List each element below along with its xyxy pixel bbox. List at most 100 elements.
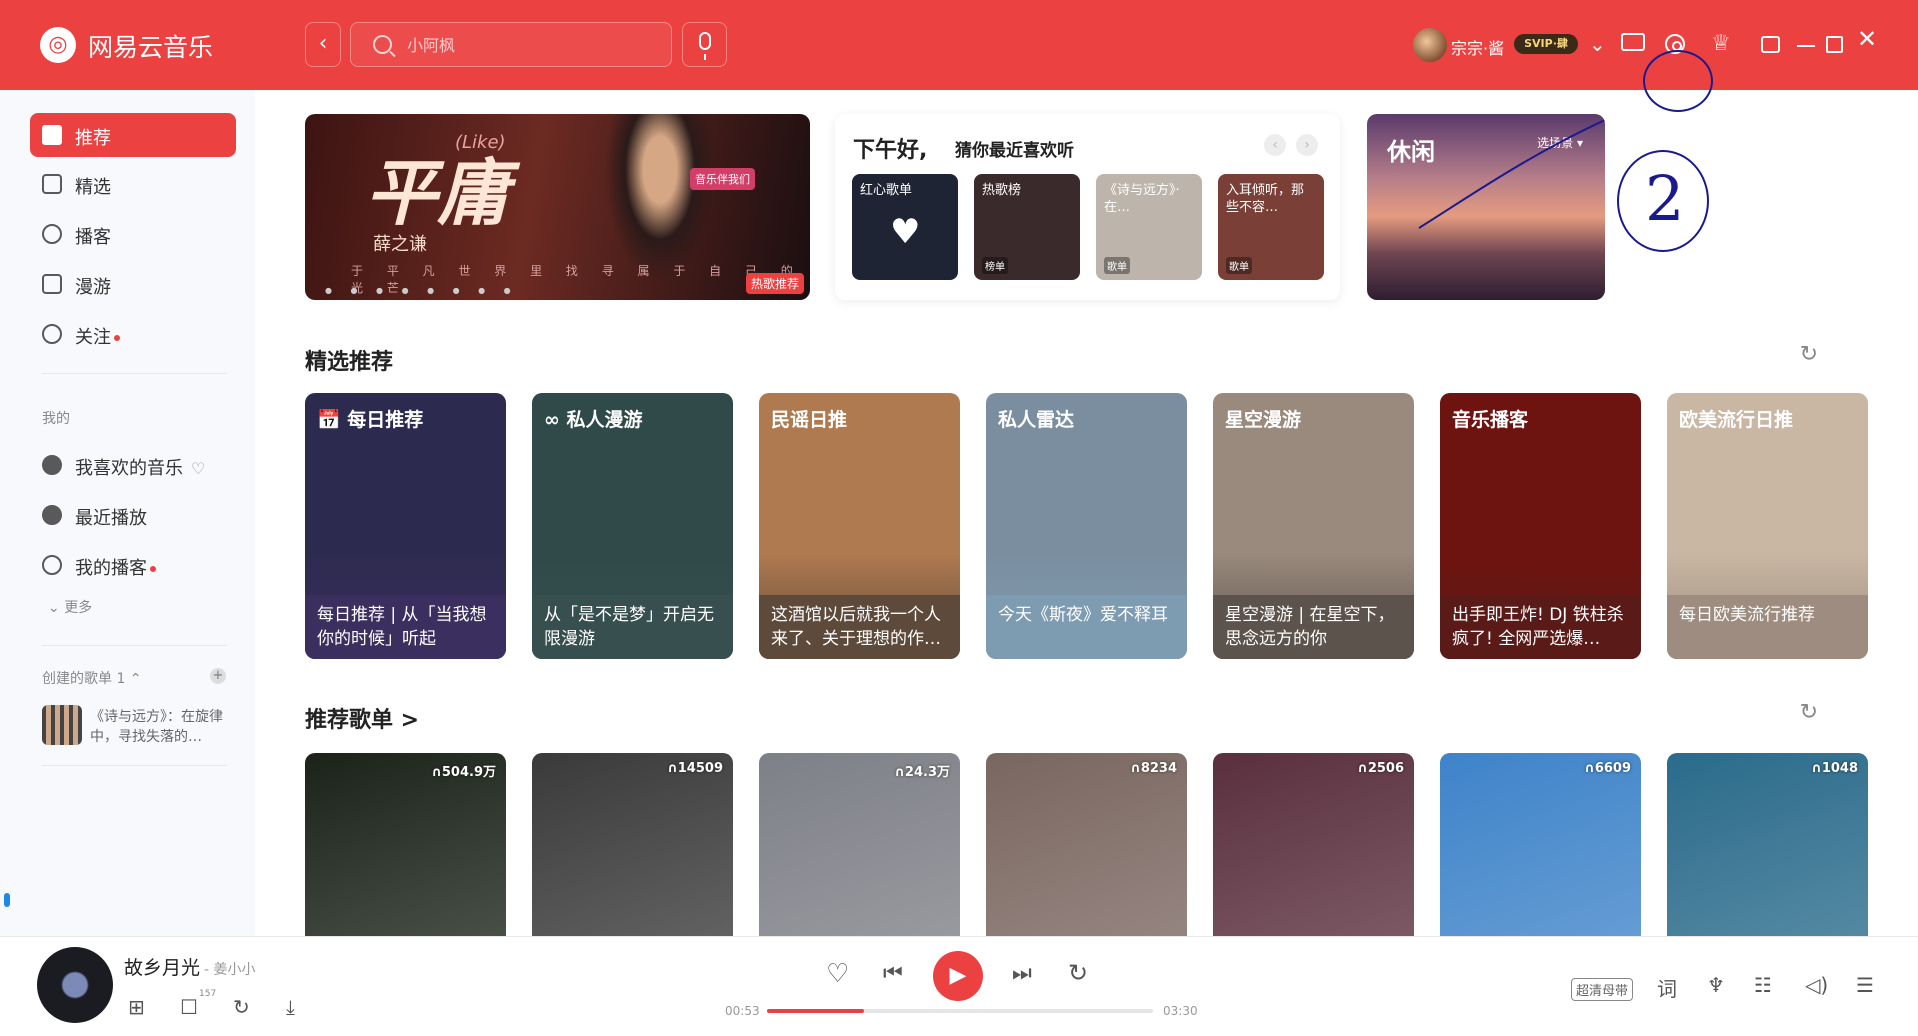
playlist-card[interactable]: ∩2506	[1213, 753, 1414, 936]
sidebar-item-label: 播客	[75, 227, 111, 248]
playlist-card[interactable]: ∩24.3万	[759, 753, 960, 936]
banner-title-tag: (Like)	[455, 132, 506, 153]
message-icon[interactable]	[1621, 33, 1645, 51]
playlist-queue-icon[interactable]: ☰	[1856, 973, 1874, 997]
recent-item-tag: 榜单	[982, 257, 1008, 274]
sidebar-playlist-item[interactable]: 《诗与远方》：在旋律中，寻找失落的…	[42, 703, 232, 751]
minimize-icon[interactable]	[1797, 45, 1815, 47]
chevron-down-icon[interactable]: ⌄	[1589, 33, 1606, 55]
recent-item[interactable]: 红心歌单 ♥	[852, 174, 958, 280]
radio-icon	[42, 224, 62, 244]
featured-card[interactable]: 音乐播客 出手即王炸! DJ 铁柱杀疯了! 全网严选爆…	[1440, 393, 1641, 659]
featured-card[interactable]: 民谣日推 这酒馆以后就我一个人来了、关于理想的作…	[759, 393, 960, 659]
refresh-icon[interactable]: ↻	[1800, 700, 1818, 725]
recent-item-tag: 歌单	[1226, 257, 1252, 274]
quality-badge[interactable]: 超清母带	[1571, 978, 1634, 1001]
heart-mode-icon[interactable]: ♡	[191, 459, 205, 478]
featured-card-title: 星空漫游	[1225, 409, 1302, 431]
featured-card[interactable]: 欧美流行日推 每日欧美流行推荐	[1667, 393, 1868, 659]
previous-track-icon[interactable]: ⏮	[883, 961, 903, 986]
sidebar-item-recent[interactable]: 最近播放	[30, 493, 236, 537]
sidebar-item-recommend[interactable]: 推荐	[30, 113, 236, 157]
featured-card-desc: 从「是不是梦」开启无限漫游	[532, 595, 733, 659]
progress-bar[interactable]	[767, 1009, 1153, 1013]
sidebar-item-follow[interactable]: 关注	[30, 312, 236, 356]
svip-badge[interactable]: SVIP·肆	[1514, 34, 1578, 54]
next-track-icon[interactable]: ⏭	[1012, 961, 1032, 986]
banner-tag: 热歌推荐	[745, 273, 804, 294]
play-count: ∩6609	[1584, 761, 1631, 776]
like-heart-icon[interactable]: ♡	[826, 959, 849, 989]
recent-item-label: 《诗与远方》·在…	[1104, 183, 1180, 215]
heart-icon: ♥	[890, 212, 921, 252]
search-input[interactable]	[407, 33, 647, 57]
sidebar-item-my-podcast[interactable]: 我的播客	[30, 543, 236, 587]
more-toggle[interactable]: ⌄ 更多	[48, 597, 92, 617]
my-podcast-label: 我的播客	[75, 558, 147, 579]
loop-mode-icon[interactable]: ↻	[1068, 959, 1088, 987]
featured-card[interactable]: 星空漫游 星空漫游 | 在星空下，思念远方的你	[1213, 393, 1414, 659]
featured-card-title: 欧美流行日推	[1679, 409, 1794, 431]
featured-card[interactable]: 📅 每日推荐 每日推荐 | 从「当我想你的时候」听起	[305, 393, 506, 659]
next-arrow-icon[interactable]: ›	[1296, 134, 1318, 156]
now-playing[interactable]: 故乡月光 - 姜小小	[124, 953, 256, 980]
download-icon[interactable]: ⤓	[286, 995, 295, 1019]
recent-item-label: 入耳倾听，那些不容…	[1226, 183, 1305, 215]
theme-skin-icon[interactable]: ♕	[1711, 33, 1731, 55]
play-icon: ▶	[949, 963, 967, 988]
album-cover[interactable]	[37, 947, 113, 1023]
sidebar-item-label: 推荐	[75, 128, 111, 149]
scene-card[interactable]: 休闲 选场景 ▾	[1367, 114, 1605, 300]
mini-mode-icon[interactable]	[1761, 36, 1780, 53]
lyrics-button[interactable]: 词	[1657, 973, 1677, 1002]
annotation-stroke	[1418, 119, 1605, 229]
playlist-card[interactable]: ∩504.9万	[305, 753, 506, 936]
close-icon[interactable]: ✕	[1857, 27, 1877, 51]
created-playlists-heading[interactable]: 创建的歌单 1 ⌃	[42, 668, 142, 688]
app-name: 网易云音乐	[88, 33, 214, 62]
hero-banner[interactable]: 平庸 (Like) 薛之谦 音乐伴我们 于 平 凡 世 界 里 找 寻 属 于 …	[305, 114, 810, 300]
featured-card[interactable]: ∞ 私人漫游 从「是不是梦」开启无限漫游	[532, 393, 733, 659]
scroll-indicator[interactable]	[4, 893, 10, 907]
back-button[interactable]: ‹	[305, 22, 341, 67]
playlist-card[interactable]: ∩14509	[532, 753, 733, 936]
sidebar-item-liked-music[interactable]: 我喜欢的音乐 ♡	[30, 443, 236, 487]
recent-item[interactable]: 热歌榜 榜单	[974, 174, 1080, 280]
song-title: 故乡月光	[124, 957, 201, 979]
avatar[interactable]	[1413, 28, 1447, 62]
playlist-card[interactable]: ∩1048	[1667, 753, 1868, 936]
search-box[interactable]	[350, 22, 672, 67]
recommended-playlists-title[interactable]: 推荐歌单 >	[305, 702, 419, 734]
play-count: ∩24.3万	[894, 765, 950, 780]
recent-item[interactable]: 《诗与远方》·在… 歌单	[1096, 174, 1202, 280]
progress-fill	[767, 1009, 864, 1013]
annotation-circle	[1643, 50, 1713, 112]
sidebar-item-label: 漫游	[75, 277, 111, 298]
username[interactable]: 宗宗·酱	[1451, 35, 1504, 59]
carousel-dots[interactable]: ● ● ● ● ● ● ● ●	[325, 286, 519, 295]
voice-search-button[interactable]	[682, 22, 727, 67]
add-to-playlist-icon[interactable]: ⊞	[128, 995, 145, 1019]
prev-arrow-icon[interactable]: ‹	[1264, 134, 1286, 156]
play-count-value: 24.3万	[904, 765, 950, 780]
listen-together-icon[interactable]: ☷	[1754, 973, 1772, 997]
sidebar-item-featured[interactable]: 精选	[30, 162, 236, 206]
maximize-icon[interactable]	[1826, 36, 1843, 53]
recent-item[interactable]: 入耳倾听，那些不容… 歌单	[1218, 174, 1324, 280]
playlist-card[interactable]: ∩6609	[1440, 753, 1641, 936]
sound-effect-icon[interactable]: ♆	[1707, 973, 1725, 997]
refresh-icon[interactable]: ↻	[1800, 342, 1818, 367]
divider	[42, 645, 227, 646]
sidebar-item-roam[interactable]: 漫游	[30, 262, 236, 306]
featured-card[interactable]: 私人雷达 今天《斯夜》爱不释耳	[986, 393, 1187, 659]
play-button[interactable]: ▶	[933, 951, 983, 1001]
follow-label: 关注	[75, 327, 111, 348]
sidebar-item-podcast[interactable]: 播客	[30, 212, 236, 256]
player-bar: 故乡月光 - 姜小小 ⊞ ☐ 157 ↻ ⤓ ♡ ⏮ ▶ ⏭ ↻ 00:53 03…	[0, 936, 1918, 1036]
comment-icon[interactable]: ☐	[180, 995, 198, 1019]
featured-card-desc: 今天《斯夜》爱不释耳	[986, 595, 1187, 659]
share-icon[interactable]: ↻	[233, 995, 250, 1019]
add-playlist-button[interactable]: +	[210, 668, 226, 684]
playlist-card[interactable]: ∩8234	[986, 753, 1187, 936]
volume-icon[interactable]: ◁)	[1805, 973, 1828, 997]
